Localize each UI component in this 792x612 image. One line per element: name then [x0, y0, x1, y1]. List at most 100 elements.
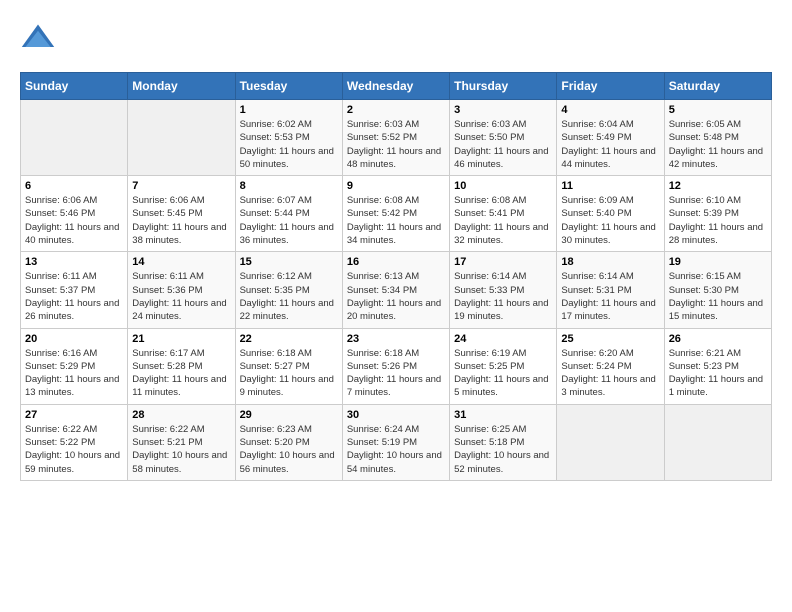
weekday-header-monday: Monday — [128, 73, 235, 100]
day-cell: 31Sunrise: 6:25 AMSunset: 5:18 PMDayligh… — [450, 404, 557, 480]
day-cell: 20 Sunrise: 6:16 AMSunset: 5:29 PMDayligh… — [21, 328, 128, 404]
day-cell: 24Sunrise: 6:19 AMSunset: 5:25 PMDayligh… — [450, 328, 557, 404]
day-info: Sunrise: 6:22 AMSunset: 5:21 PMDaylight:… — [132, 423, 230, 476]
day-cell: 5 Sunrise: 6:05 AMSunset: 5:48 PMDaylight… — [664, 100, 771, 176]
day-cell: 19 Sunrise: 6:15 AMSunset: 5:30 PMDayligh… — [664, 252, 771, 328]
day-number: 27 — [25, 409, 123, 421]
day-number: 14 — [132, 256, 230, 268]
day-cell: 14 Sunrise: 6:11 AMSunset: 5:36 PMDayligh… — [128, 252, 235, 328]
day-number: 24 — [454, 333, 552, 345]
day-number: 25 — [561, 333, 659, 345]
day-number: 28 — [132, 409, 230, 421]
day-number: 9 — [347, 180, 445, 192]
day-info: Sunrise: 6:16 AMSunset: 5:29 PMDaylight:… — [25, 347, 123, 400]
day-cell: 2Sunrise: 6:03 AMSunset: 5:52 PMDaylight… — [342, 100, 449, 176]
day-number: 17 — [454, 256, 552, 268]
day-cell — [21, 100, 128, 176]
day-number: 7 — [132, 180, 230, 192]
day-info: Sunrise: 6:04 AMSunset: 5:49 PMDaylight:… — [561, 118, 659, 171]
day-info: Sunrise: 6:20 AMSunset: 5:24 PMDaylight:… — [561, 347, 659, 400]
day-info: Sunrise: 6:09 AMSunset: 5:40 PMDaylight:… — [561, 194, 659, 247]
day-cell: 4 Sunrise: 6:04 AMSunset: 5:49 PMDaylight… — [557, 100, 664, 176]
day-info: Sunrise: 6:12 AMSunset: 5:35 PMDaylight:… — [240, 270, 338, 323]
day-number: 26 — [669, 333, 767, 345]
day-cell: 10Sunrise: 6:08 AMSunset: 5:41 PMDayligh… — [450, 176, 557, 252]
day-info: Sunrise: 6:11 AMSunset: 5:36 PMDaylight:… — [132, 270, 230, 323]
day-cell: 18 Sunrise: 6:14 AMSunset: 5:31 PMDayligh… — [557, 252, 664, 328]
day-cell: 6 Sunrise: 6:06 AMSunset: 5:46 PMDaylight… — [21, 176, 128, 252]
day-number: 3 — [454, 104, 552, 116]
weekday-header-friday: Friday — [557, 73, 664, 100]
day-cell: 27 Sunrise: 6:22 AMSunset: 5:22 PMDayligh… — [21, 404, 128, 480]
day-info: Sunrise: 6:10 AMSunset: 5:39 PMDaylight:… — [669, 194, 767, 247]
week-row-2: 6 Sunrise: 6:06 AMSunset: 5:46 PMDaylight… — [21, 176, 772, 252]
day-info: Sunrise: 6:06 AMSunset: 5:45 PMDaylight:… — [132, 194, 230, 247]
day-cell — [557, 404, 664, 480]
weekday-header-sunday: Sunday — [21, 73, 128, 100]
day-info: Sunrise: 6:22 AMSunset: 5:22 PMDaylight:… — [25, 423, 123, 476]
week-row-4: 20 Sunrise: 6:16 AMSunset: 5:29 PMDayligh… — [21, 328, 772, 404]
day-number: 4 — [561, 104, 659, 116]
day-info: Sunrise: 6:06 AMSunset: 5:46 PMDaylight:… — [25, 194, 123, 247]
day-cell: 12 Sunrise: 6:10 AMSunset: 5:39 PMDayligh… — [664, 176, 771, 252]
day-number: 20 — [25, 333, 123, 345]
day-number: 22 — [240, 333, 338, 345]
day-number: 15 — [240, 256, 338, 268]
logo-icon — [20, 20, 56, 56]
day-number: 11 — [561, 180, 659, 192]
weekday-header-saturday: Saturday — [664, 73, 771, 100]
day-info: Sunrise: 6:21 AMSunset: 5:23 PMDaylight:… — [669, 347, 767, 400]
day-cell: 25 Sunrise: 6:20 AMSunset: 5:24 PMDayligh… — [557, 328, 664, 404]
day-info: Sunrise: 6:14 AMSunset: 5:33 PMDaylight:… — [454, 270, 552, 323]
day-cell: 28 Sunrise: 6:22 AMSunset: 5:21 PMDayligh… — [128, 404, 235, 480]
weekday-header-wednesday: Wednesday — [342, 73, 449, 100]
day-info: Sunrise: 6:14 AMSunset: 5:31 PMDaylight:… — [561, 270, 659, 323]
weekday-header-tuesday: Tuesday — [235, 73, 342, 100]
day-number: 5 — [669, 104, 767, 116]
day-info: Sunrise: 6:05 AMSunset: 5:48 PMDaylight:… — [669, 118, 767, 171]
day-number: 8 — [240, 180, 338, 192]
day-number: 30 — [347, 409, 445, 421]
day-cell: 9 Sunrise: 6:08 AMSunset: 5:42 PMDaylight… — [342, 176, 449, 252]
day-number: 19 — [669, 256, 767, 268]
day-cell: 13 Sunrise: 6:11 AMSunset: 5:37 PMDayligh… — [21, 252, 128, 328]
week-row-1: 1 Sunrise: 6:02 AMSunset: 5:53 PMDaylight… — [21, 100, 772, 176]
day-cell: 3 Sunrise: 6:03 AMSunset: 5:50 PMDaylight… — [450, 100, 557, 176]
day-info: Sunrise: 6:07 AMSunset: 5:44 PMDaylight:… — [240, 194, 338, 247]
day-info: Sunrise: 6:18 AMSunset: 5:27 PMDaylight:… — [240, 347, 338, 400]
day-info: Sunrise: 6:24 AMSunset: 5:19 PMDaylight:… — [347, 423, 445, 476]
day-cell: 8 Sunrise: 6:07 AMSunset: 5:44 PMDaylight… — [235, 176, 342, 252]
day-cell: 11 Sunrise: 6:09 AMSunset: 5:40 PMDayligh… — [557, 176, 664, 252]
weekday-header-thursday: Thursday — [450, 73, 557, 100]
day-number: 2 — [347, 104, 445, 116]
week-row-3: 13 Sunrise: 6:11 AMSunset: 5:37 PMDayligh… — [21, 252, 772, 328]
day-cell: 30 Sunrise: 6:24 AMSunset: 5:19 PMDayligh… — [342, 404, 449, 480]
day-cell: 22 Sunrise: 6:18 AMSunset: 5:27 PMDayligh… — [235, 328, 342, 404]
day-number: 31 — [454, 409, 552, 421]
day-number: 1 — [240, 104, 338, 116]
page-header — [20, 20, 772, 56]
day-number: 21 — [132, 333, 230, 345]
day-cell: 1 Sunrise: 6:02 AMSunset: 5:53 PMDaylight… — [235, 100, 342, 176]
day-number: 29 — [240, 409, 338, 421]
day-cell: 23Sunrise: 6:18 AMSunset: 5:26 PMDayligh… — [342, 328, 449, 404]
day-cell: 29 Sunrise: 6:23 AMSunset: 5:20 PMDayligh… — [235, 404, 342, 480]
day-info: Sunrise: 6:11 AMSunset: 5:37 PMDaylight:… — [25, 270, 123, 323]
day-info: Sunrise: 6:02 AMSunset: 5:53 PMDaylight:… — [240, 118, 338, 171]
day-info: Sunrise: 6:08 AMSunset: 5:42 PMDaylight:… — [347, 194, 445, 247]
day-info: Sunrise: 6:23 AMSunset: 5:20 PMDaylight:… — [240, 423, 338, 476]
day-cell — [128, 100, 235, 176]
day-cell: 21 Sunrise: 6:17 AMSunset: 5:28 PMDayligh… — [128, 328, 235, 404]
day-number: 13 — [25, 256, 123, 268]
day-number: 18 — [561, 256, 659, 268]
day-info: Sunrise: 6:13 AMSunset: 5:34 PMDaylight:… — [347, 270, 445, 323]
day-cell — [664, 404, 771, 480]
day-info: Sunrise: 6:17 AMSunset: 5:28 PMDaylight:… — [132, 347, 230, 400]
day-info: Sunrise: 6:03 AMSunset: 5:50 PMDaylight:… — [454, 118, 552, 171]
logo — [20, 20, 60, 56]
day-number: 6 — [25, 180, 123, 192]
day-number: 12 — [669, 180, 767, 192]
day-cell: 26 Sunrise: 6:21 AMSunset: 5:23 PMDayligh… — [664, 328, 771, 404]
day-info: Sunrise: 6:15 AMSunset: 5:30 PMDaylight:… — [669, 270, 767, 323]
calendar-table: SundayMondayTuesdayWednesdayThursdayFrid… — [20, 72, 772, 481]
